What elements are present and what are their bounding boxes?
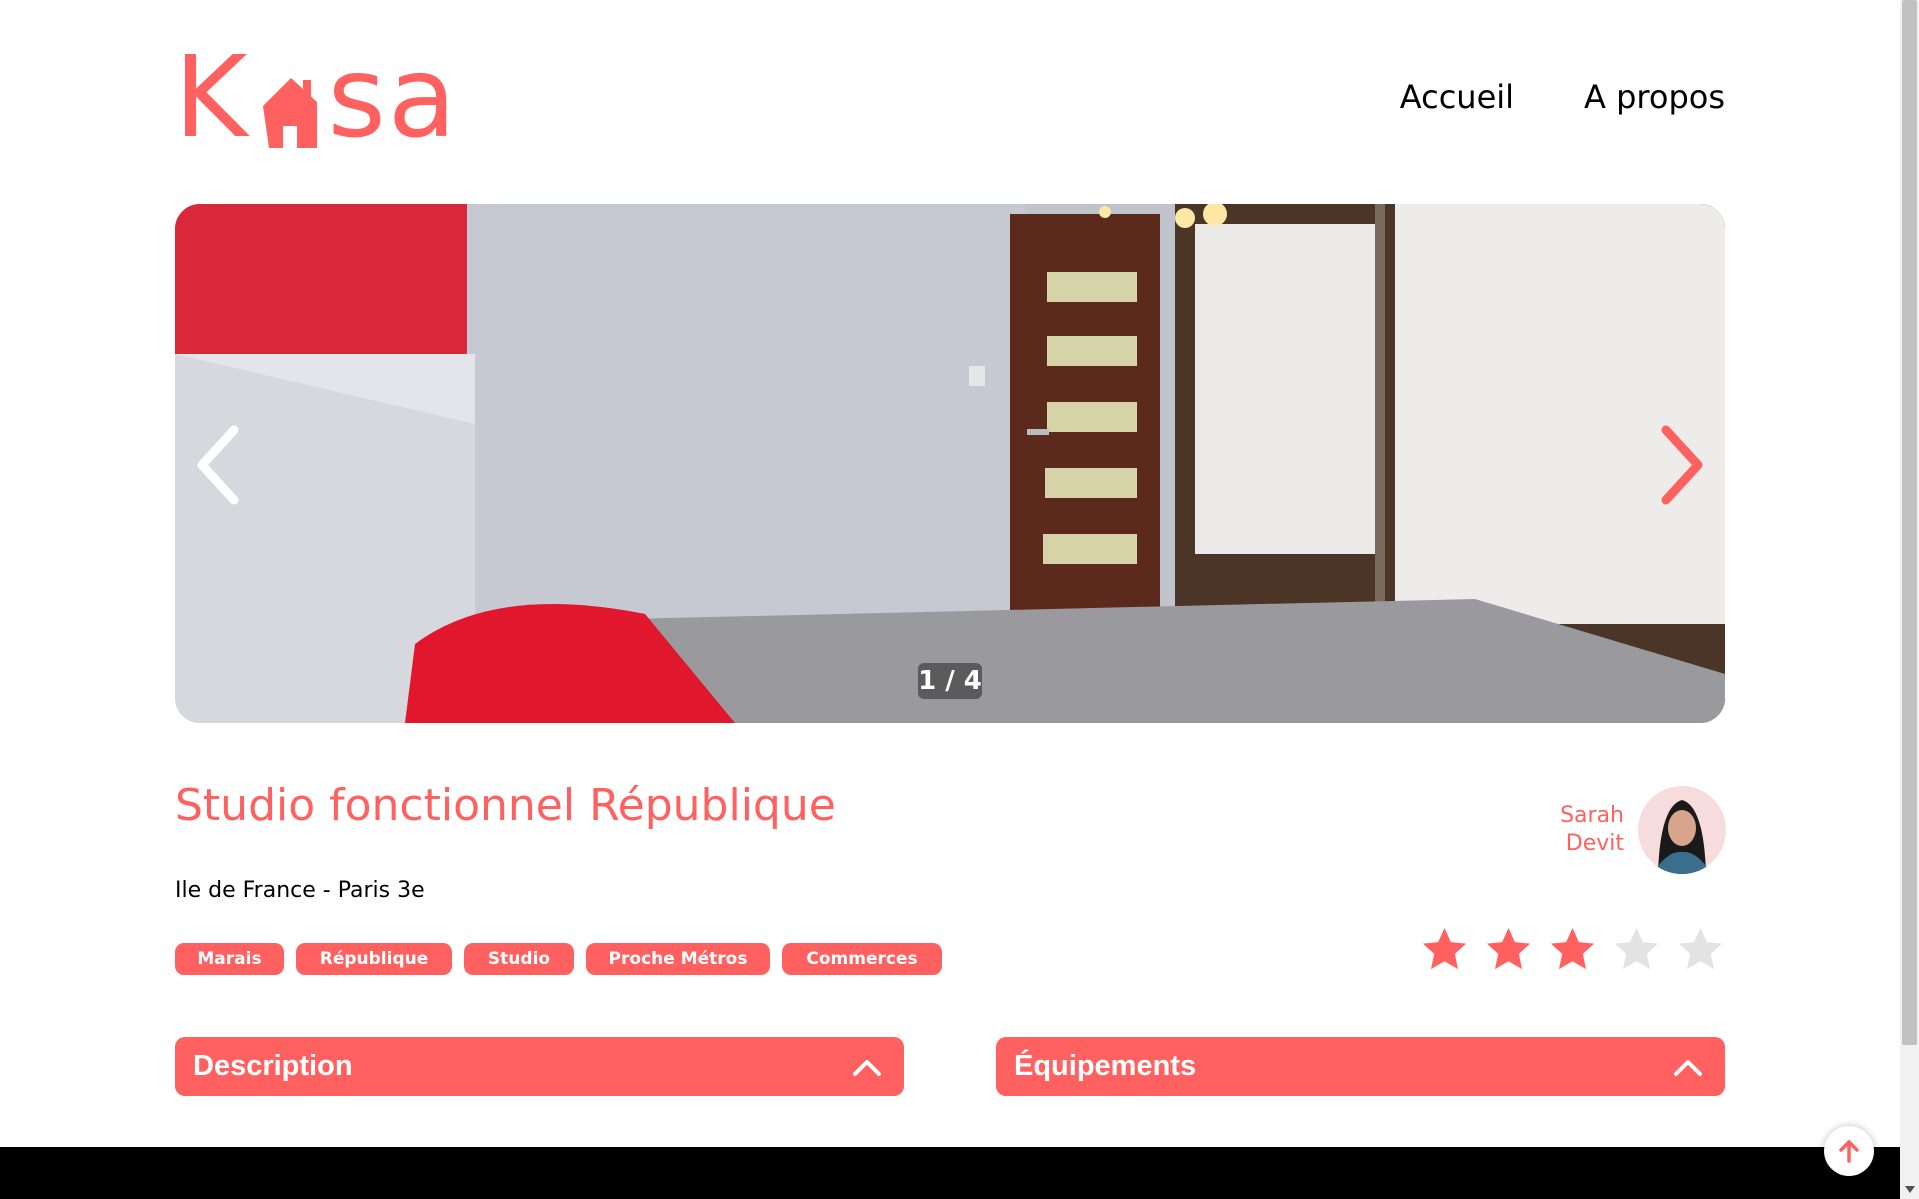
host-name: Sarah Devit [1560,802,1624,858]
scrollbar-thumb[interactable] [1902,0,1917,1045]
carousel-image [175,204,1725,723]
star-filled-icon [1422,927,1467,970]
page: K sa Accueil A propos 1 / 4 Studio fonct… [0,0,1900,1199]
tag: Studio [464,943,574,975]
footer [0,1147,1900,1199]
page-scrollbar[interactable] [1900,0,1919,1199]
avatar [1638,786,1726,874]
scroll-to-top-button[interactable] [1824,1126,1874,1176]
star-filled-icon [1550,927,1595,970]
star-empty-icon [1614,927,1659,970]
star-filled-icon [1486,927,1531,970]
carousel-next-button[interactable] [1650,420,1710,510]
description-title: Description [193,1050,353,1082]
equipment-collapse[interactable]: Équipements [996,1037,1725,1096]
nav-link-home[interactable]: Accueil [1400,78,1514,116]
chevron-up-icon [853,1059,881,1076]
arrow-up-icon [1839,1140,1859,1163]
house-icon [263,78,318,148]
tag: Commerces [782,943,942,975]
nav-link-about[interactable]: A propos [1584,78,1725,116]
kasa-logo[interactable]: K sa [174,33,459,163]
logo-letter-k: K [174,33,250,163]
tag: Marais [175,943,284,975]
image-carousel [175,204,1725,723]
tag: République [296,943,452,975]
host-info: Sarah Devit [1540,785,1726,875]
description-collapse[interactable]: Description [175,1037,904,1096]
star-empty-icon [1678,927,1723,970]
host-first-name: Sarah [1560,803,1624,828]
logo-letters-sa: sa [327,33,459,163]
listing-location: Ile de France - Paris 3e [175,878,425,903]
equipment-title: Équipements [1014,1050,1197,1082]
host-last-name: Devit [1565,831,1624,856]
tag: Proche Métros [586,943,770,975]
rating-stars [1420,925,1725,974]
carousel-counter: 1 / 4 [918,663,982,699]
tag-list: Marais République Studio Proche Métros C… [175,943,942,975]
listing-title: Studio fonctionnel République [175,780,836,831]
scroll-down-icon[interactable] [1900,1180,1919,1199]
chevron-up-icon [1674,1059,1702,1076]
carousel-prev-button[interactable] [190,420,250,510]
main-nav: Accueil A propos [1400,78,1725,116]
